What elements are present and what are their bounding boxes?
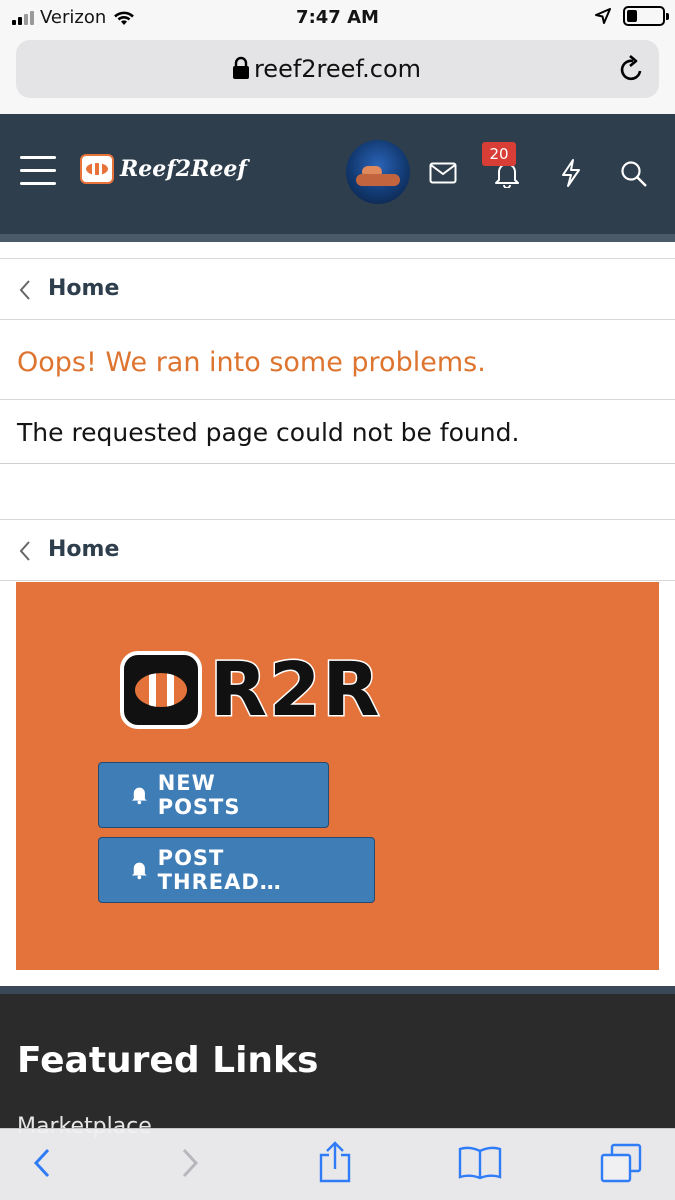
breadcrumb[interactable]: Home bbox=[0, 258, 675, 320]
share-icon[interactable] bbox=[318, 1141, 352, 1183]
site-logo[interactable]: Reef2Reef bbox=[80, 154, 247, 184]
logo-text: Reef2Reef bbox=[120, 156, 247, 182]
error-message-block: The requested page could not be found. bbox=[0, 400, 675, 464]
envelope-icon[interactable] bbox=[429, 162, 457, 184]
new-posts-label: NEW POSTS bbox=[157, 771, 241, 819]
breadcrumb-bottom[interactable]: Home bbox=[0, 519, 675, 581]
clownfish-icon bbox=[120, 651, 202, 729]
browser-toolbar bbox=[0, 1128, 675, 1200]
lightning-icon[interactable] bbox=[560, 158, 582, 188]
r2r-logo: R2R bbox=[120, 646, 382, 735]
error-message: The requested page could not be found. bbox=[17, 418, 520, 447]
status-right bbox=[595, 6, 669, 26]
clock: 7:47 AM bbox=[296, 7, 379, 28]
site-header: Reef2Reef 20 bbox=[0, 114, 675, 234]
chevron-left-icon bbox=[19, 280, 30, 300]
address-bar[interactable]: reef2reef.com bbox=[16, 40, 659, 98]
breadcrumb-home-link[interactable]: Home bbox=[48, 537, 119, 562]
chevron-left-icon bbox=[19, 541, 30, 561]
forward-icon[interactable] bbox=[180, 1147, 200, 1179]
reload-icon[interactable] bbox=[619, 55, 645, 83]
status-bar: Verizon 7:47 AM bbox=[0, 0, 675, 36]
bell-icon bbox=[131, 862, 147, 880]
url-text[interactable]: reef2reef.com bbox=[16, 55, 659, 83]
avatar[interactable] bbox=[346, 140, 410, 204]
browser-chrome: reef2reef.com bbox=[0, 36, 675, 114]
footer-divider bbox=[0, 986, 675, 994]
breadcrumb-home-link[interactable]: Home bbox=[48, 276, 119, 301]
error-title-block: Oops! We ran into some problems. bbox=[0, 320, 675, 400]
featured-links-heading: Featured Links bbox=[17, 1040, 319, 1081]
post-thread-button[interactable]: POST THREAD… bbox=[98, 837, 375, 903]
r2r-logo-text: R2R bbox=[208, 646, 382, 735]
back-icon[interactable] bbox=[32, 1147, 52, 1179]
menu-icon[interactable] bbox=[20, 156, 56, 188]
header-divider bbox=[0, 234, 675, 242]
location-icon bbox=[595, 8, 611, 24]
notification-badge[interactable]: 20 bbox=[482, 142, 516, 166]
error-title: Oops! We ran into some problems. bbox=[17, 347, 486, 378]
bell-icon bbox=[131, 787, 147, 805]
post-thread-label: POST THREAD… bbox=[157, 846, 282, 894]
logo-fish-icon bbox=[80, 154, 114, 184]
promo-banner: R2R NEW POSTS POST THREAD… bbox=[16, 582, 659, 970]
bookmarks-icon[interactable] bbox=[458, 1145, 502, 1181]
new-posts-button[interactable]: NEW POSTS bbox=[98, 762, 329, 828]
search-icon[interactable] bbox=[620, 160, 648, 188]
tabs-icon[interactable] bbox=[600, 1143, 642, 1183]
battery-icon bbox=[623, 6, 669, 26]
